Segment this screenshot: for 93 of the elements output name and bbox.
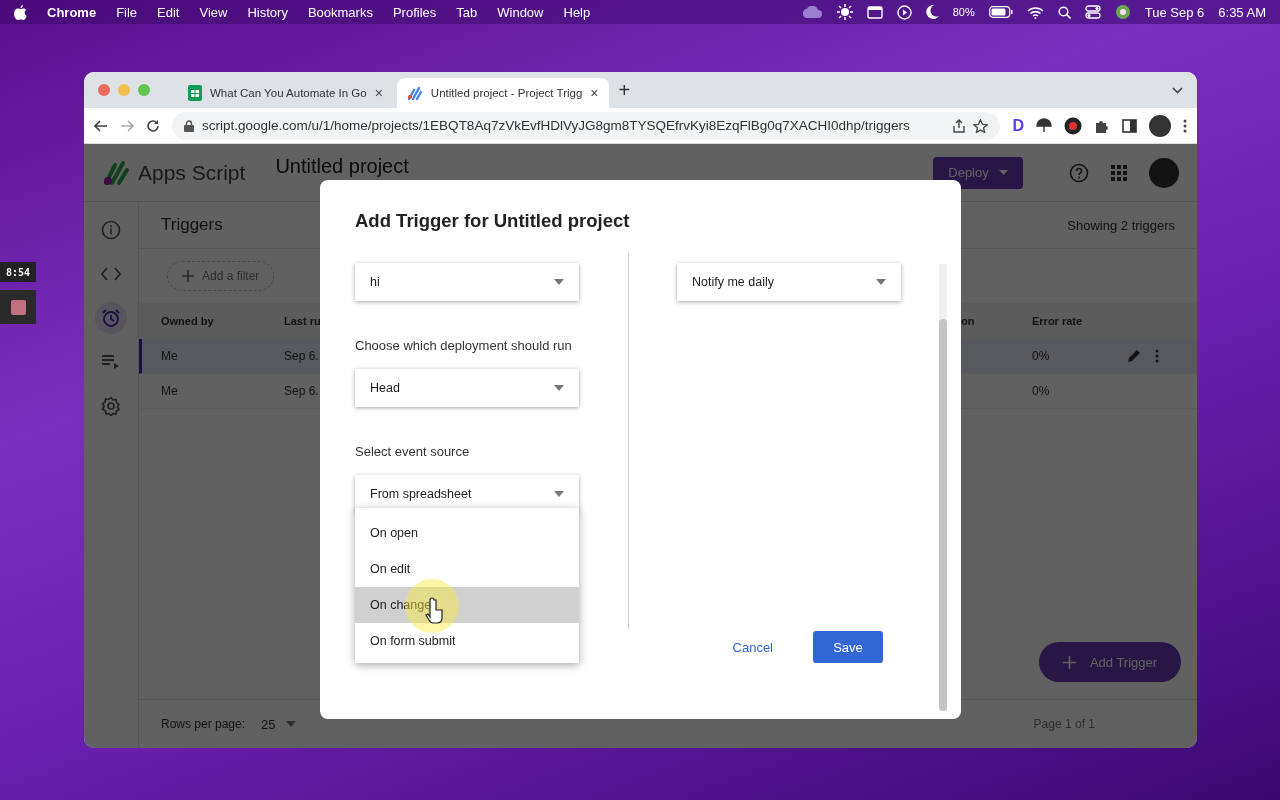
dialog-title: Add Trigger for Untitled project [355,210,631,232]
account-avatar[interactable] [1149,157,1179,188]
trigger-count: Showing 2 triggers [1067,217,1175,233]
sheets-icon [188,85,202,101]
table-cell: Me [161,384,178,398]
page-title: Triggers [161,215,223,235]
field-label: Choose which deployment should run [355,338,573,353]
menu-item[interactable]: View [199,4,228,20]
code-icon [101,267,121,281]
menu-item[interactable]: Bookmarks [307,4,373,20]
menu-item[interactable]: Help [563,4,591,20]
dropdown[interactable]: Head [355,369,579,407]
column-header: Owned by [161,315,214,327]
sun-icon[interactable] [836,4,853,20]
close-tab-button[interactable]: × [374,85,383,101]
help-icon[interactable] [1069,162,1089,183]
table-cell: 0% [1032,384,1050,398]
rows-per-page-label: Rows per page: [161,717,246,731]
battery-icon[interactable] [988,6,1013,18]
column-header: on [961,315,975,327]
caret-icon [554,385,564,391]
caret-icon [554,279,564,285]
cloud-icon[interactable] [800,6,823,18]
menu-option[interactable]: On edit [355,551,579,587]
dropdown[interactable]: Notify me daily [677,263,901,301]
browser-tab[interactable]: What Can You Automate In Go × [178,78,393,108]
plus-icon [182,270,194,282]
menu-item[interactable]: Chrome [47,4,97,20]
menu-item[interactable]: Window [497,4,544,20]
menu-item[interactable]: File [116,4,138,20]
column-header: Last ru [284,315,321,327]
table-cell: Sep 6. [284,349,319,363]
apps-script-icon [406,85,423,101]
address-bar[interactable]: script.google.com/u/1/home/projects/1EBQT8Aq7zVkEvfHDlVyJG8gm8TYSQEfrvKyi8EzqFlBg0q7XACHI0dhp/triggers [172,111,1001,140]
apps-script-logo-icon [102,158,132,187]
menu-option[interactable]: On open [355,515,579,551]
lock-icon [184,119,194,132]
caret-icon [285,721,296,727]
column-header: Error rate [1032,315,1083,327]
settings-icon [101,396,121,416]
list-play-icon [101,354,121,370]
apps-grid-icon[interactable] [1111,164,1127,181]
menu-item[interactable]: Profiles [392,4,437,20]
cancel-button[interactable]: Cancel [726,638,779,656]
share-icon[interactable] [953,118,966,133]
tab-search-icon[interactable] [1172,86,1183,94]
caret-icon [876,279,886,285]
recording-timer: 8:54 [0,262,36,282]
play-icon[interactable] [896,4,912,20]
tab-title: What Can You Automate In Go [210,87,367,99]
sidebar-button[interactable] [95,302,127,334]
product-name: Apps Script [138,160,246,185]
caret-icon [554,491,564,497]
extension-button[interactable]: D [1012,116,1024,135]
pencil-icon[interactable] [1127,349,1141,363]
info-icon [101,220,121,240]
field-label: Select event source [355,444,471,459]
back-icon[interactable] [94,119,108,132]
save-button[interactable]: Save [813,631,883,663]
table-cell: 0% [1032,349,1050,363]
round-extension-icon[interactable] [1064,116,1082,135]
battery-percent: 80% [952,6,975,18]
apple-logo-icon[interactable] [14,4,27,20]
star-icon[interactable] [973,118,989,133]
menu-bar-date[interactable]: Tue Sep 6 [1144,4,1205,20]
search-icon[interactable] [1057,5,1071,19]
app-status-icon[interactable] [1114,4,1131,20]
browser-tab[interactable]: Untitled project - Project Trigg × [396,78,609,108]
caret-icon [998,170,1008,175]
close-tab-button[interactable]: × [590,85,599,101]
stop-recording-button[interactable] [0,290,36,324]
scrollbar[interactable] [939,264,947,711]
reload-icon[interactable] [146,118,160,133]
toggles-icon[interactable] [1084,5,1101,19]
table-cell: Sep 6. [284,384,319,398]
wifi-icon[interactable] [1026,5,1044,19]
moon-icon[interactable] [925,5,939,19]
profile-avatar[interactable] [1149,114,1171,137]
alarm-clock-icon [101,308,121,328]
table-cell: Me [161,349,178,363]
side-panel-icon[interactable] [1122,118,1137,133]
menu-bar-clock[interactable]: 6:35 AM [1218,4,1266,20]
umbrella-icon[interactable] [1036,117,1052,134]
more-icon[interactable] [1183,118,1187,133]
menu-item[interactable]: History [247,4,288,20]
new-tab-button[interactable]: + [618,78,631,102]
menu-item[interactable]: Edit [157,4,180,20]
dropdown[interactable]: hi [355,263,579,301]
menu-option[interactable]: On form submit [355,623,579,659]
window-icon[interactable] [866,5,883,19]
plus-icon [1062,655,1076,669]
menu-item[interactable]: Tab [456,4,478,20]
tab-title: Untitled project - Project Trigg [430,87,583,99]
